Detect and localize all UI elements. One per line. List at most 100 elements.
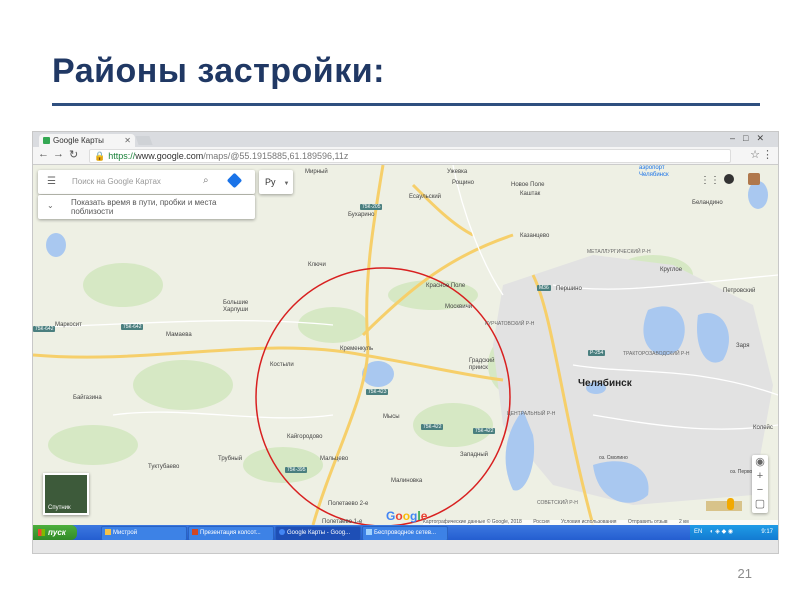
travel-info-text: Показать время в пути, пробки и места по… <box>71 198 217 216</box>
browser-tab-bar: Google Карты ✕ –□✕ <box>33 132 778 147</box>
tilt-icon[interactable]: ▢ <box>752 497 768 511</box>
keyboard-language[interactable]: EN <box>694 529 702 535</box>
slide-title: Районы застройки: <box>52 52 385 90</box>
reload-icon[interactable]: ↻ <box>69 148 78 161</box>
screen-bottom-strip <box>33 540 778 553</box>
title-underline <box>52 103 760 106</box>
url-scheme: https:// <box>108 151 136 161</box>
chrome-icon <box>279 529 285 535</box>
airport-label: аэропорт Челябинск <box>639 165 669 178</box>
place-label: Западный <box>460 452 489 458</box>
road-shield: 75К-423 <box>366 389 389 395</box>
close-tab-icon[interactable]: ✕ <box>124 134 131 147</box>
road-shield: М36 <box>537 285 551 291</box>
zoom-controls: ◉ + − ▢ <box>752 455 768 513</box>
map-layers-thumbnails[interactable] <box>706 501 742 511</box>
search-icon[interactable]: ⌕ <box>203 175 209 186</box>
place-label: Рощино <box>452 180 475 186</box>
chevron-down-icon: ▼ <box>283 181 290 187</box>
tray-icons[interactable]: ◐ ◈ ◆ ◉ <box>710 529 733 535</box>
windows-taskbar: пуск Mистрой Презентация колсот... Googl… <box>33 525 778 541</box>
place-label: Москвичи <box>445 304 473 310</box>
taskbar-item-label: Google Карты - Goog... <box>287 530 351 536</box>
network-icon <box>366 529 372 535</box>
place-label: Градский прииск <box>469 358 495 371</box>
place-label: Кайгородово <box>287 434 323 440</box>
taskbar-item-label: Презентация колсот... <box>200 530 261 536</box>
place-label: Заря <box>736 343 750 349</box>
google-logo: Google <box>386 509 428 523</box>
place-label: Бухарино <box>348 212 375 218</box>
avatar[interactable] <box>748 173 760 185</box>
tab-title: Google Карты <box>53 136 104 145</box>
apps-grid-icon[interactable]: ⋮⋮ <box>700 175 720 186</box>
language-value: Ру <box>265 177 276 187</box>
map-graphics <box>33 165 778 525</box>
district-label: ТРАКТОРОЗАВОДСКИЙ Р-Н <box>623 351 690 357</box>
city-label: Челябинск <box>578 378 632 389</box>
place-label: Казанцево <box>520 233 550 239</box>
place-label: Костыли <box>270 362 294 368</box>
search-input[interactable]: Поиск на Google Картах <box>72 177 161 186</box>
browser-menu-icon[interactable]: ⋮ <box>762 148 773 161</box>
my-location-icon[interactable]: ◉ <box>752 455 768 469</box>
district-label: КУРЧАТОВСКИЙ Р-Н <box>485 321 535 327</box>
place-label: Байгазина <box>73 395 102 401</box>
place-label: Мирный <box>305 169 328 175</box>
taskbar-item[interactable]: Mистрой <box>101 526 187 541</box>
place-label: Першино <box>556 286 582 292</box>
notifications-icon[interactable] <box>724 174 734 184</box>
google-maps-favicon-icon <box>43 137 50 144</box>
road-shield: 75К-395 <box>285 467 308 473</box>
place-label: Беландино <box>692 200 723 206</box>
url-input[interactable]: 🔒 https://www.google.com/maps/@55.1915885… <box>89 149 731 163</box>
new-tab-button[interactable] <box>135 136 153 145</box>
place-label: Туктубаево <box>148 464 180 470</box>
lake-label: оз. Смолино <box>599 455 628 461</box>
zoom-in-button[interactable]: + <box>752 469 768 483</box>
taskbar-item[interactable]: Беспроводное сетев... <box>362 526 448 541</box>
satellite-toggle[interactable]: Спутник <box>43 473 89 515</box>
chevron-down-icon: ⌄ <box>47 201 54 210</box>
folder-icon <box>105 529 111 535</box>
place-label: Красное Поле <box>426 283 466 289</box>
browser-tab[interactable]: Google Карты ✕ <box>39 134 135 147</box>
road-shield: 75К-422 <box>421 424 444 430</box>
place-label: Трубный <box>218 456 243 462</box>
place-label: Малиновка <box>391 478 423 484</box>
place-label: Круглое <box>660 267 683 273</box>
place-label: Мальцево <box>320 456 349 462</box>
url-path: /maps/@55.1915885,61.189596,11z <box>203 151 349 161</box>
district-label: МЕТАЛЛУРГИЧЕСКИЙ Р-Н <box>587 249 651 255</box>
directions-icon[interactable] <box>226 172 243 189</box>
travel-info-toggle[interactable]: ⌄ Показать время в пути, пробки и места … <box>38 195 255 219</box>
district-label: ЦЕНТРАЛЬНЫЙ Р-Н <box>507 411 556 417</box>
place-label: Маркосит <box>55 322 82 328</box>
taskbar-item[interactable]: Презентация колсот... <box>188 526 274 541</box>
place-label: Большие Харлуши <box>223 300 249 313</box>
bookmark-star-icon[interactable]: ☆ <box>750 148 760 161</box>
menu-icon[interactable]: ☰ <box>47 176 56 187</box>
place-label: Кременкуль <box>340 346 374 352</box>
powerpoint-icon <box>192 529 198 535</box>
system-tray: EN ◐ ◈ ◆ ◉ 9:17 <box>690 525 778 540</box>
back-arrow-icon[interactable]: ← <box>38 148 49 160</box>
district-label: СОВЕТСКИЙ Р-Н <box>537 500 578 506</box>
place-label: Каштак <box>520 191 541 197</box>
zoom-out-button[interactable]: − <box>752 483 768 497</box>
map-search-box[interactable]: ☰ Поиск на Google Картах ⌕ <box>38 170 255 194</box>
map-canvas[interactable]: Мирный Ужевка Рощино Новое Поле Каштак Е… <box>33 165 778 525</box>
road-shield: 75К-642 <box>121 324 144 330</box>
window-controls[interactable]: –□✕ <box>730 133 772 144</box>
clock: 9:17 <box>761 529 773 535</box>
pegman-icon[interactable] <box>727 498 734 510</box>
place-label: Мамаева <box>166 332 192 338</box>
place-label: Ключи <box>308 262 326 268</box>
taskbar-item-label: Mистрой <box>113 530 138 536</box>
taskbar-item[interactable]: Google Карты - Goog... <box>275 526 361 541</box>
language-select[interactable]: Ру ▼ <box>259 170 293 194</box>
forward-arrow-icon[interactable]: → <box>53 148 64 160</box>
road-shield: Р-254 <box>588 350 606 356</box>
start-button[interactable]: пуск <box>33 525 77 540</box>
road-shield: 75К-205 <box>360 204 383 210</box>
